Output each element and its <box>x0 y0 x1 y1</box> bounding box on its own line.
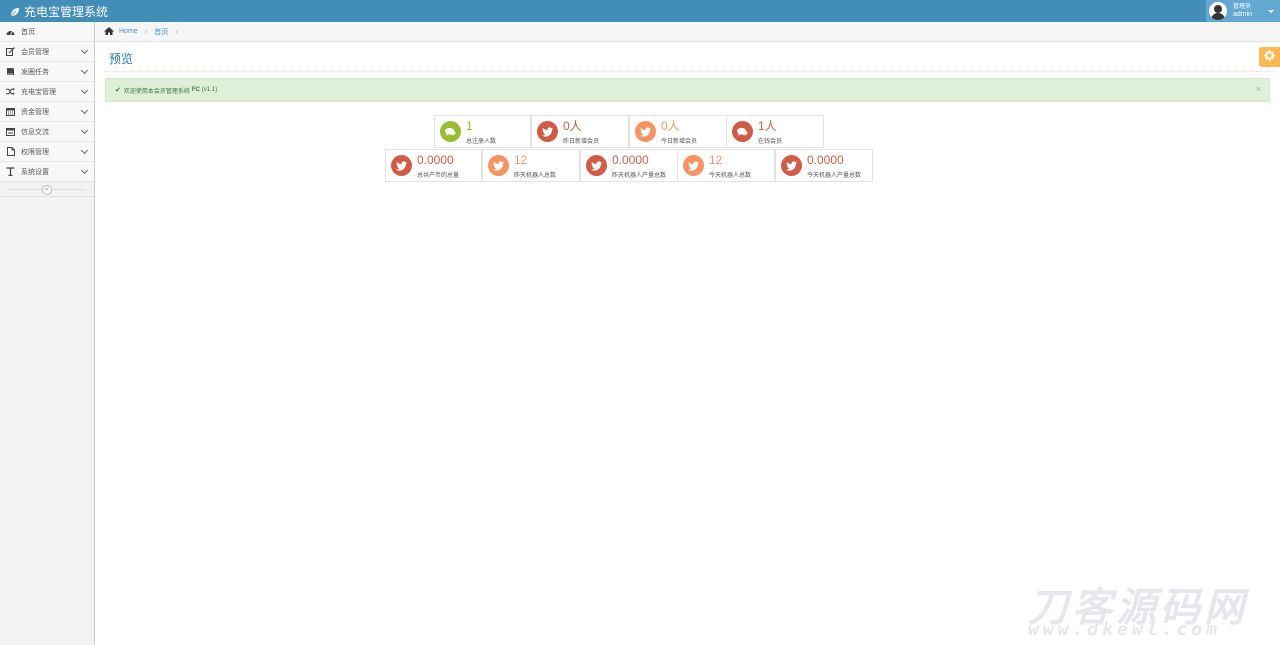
infobox: 0人昨日新增会员 <box>531 115 629 148</box>
infobox-label: 总共产币的总量 <box>417 173 460 179</box>
infobox-value: 0人 <box>661 119 680 133</box>
sidebar-item-label: 会员管理 <box>21 48 49 56</box>
dashboard-icon <box>6 27 15 36</box>
chevron-down-icon <box>80 46 89 55</box>
page-header: 预览 <box>105 44 1275 72</box>
alert-text: 欢迎使用本会员管理系统 <box>123 88 190 95</box>
sidebar-item-label: 权限管理 <box>21 148 49 156</box>
infobox-label: 今天机器人总数 <box>709 173 752 179</box>
twitter-icon <box>537 121 558 142</box>
sidebar-item-permissions[interactable]: 权限管理 <box>0 142 94 162</box>
caret-down-icon <box>1268 10 1274 13</box>
infobox-label: 昨天机器人总数 <box>514 173 557 179</box>
infobox: 0人今日新增会员 <box>629 115 727 148</box>
sidebar-item-members[interactable]: 会员管理 <box>0 42 94 62</box>
user-name: admin <box>1233 11 1253 18</box>
twitter-icon <box>635 121 656 142</box>
breadcrumb-home-link[interactable]: Home <box>119 28 138 35</box>
file-icon <box>6 147 15 156</box>
home-icon <box>104 26 114 37</box>
gear-icon <box>1264 50 1275 64</box>
twitter-icon <box>586 155 607 176</box>
infobox-value: 12 <box>709 153 723 167</box>
sidebar-item-funds[interactable]: 资金管理 <box>0 102 94 122</box>
welcome-alert: ✔ 欢迎使用本会员管理系统 FC (v1.1) × <box>105 78 1270 102</box>
user-avatar-icon <box>1209 2 1227 20</box>
twitter-icon <box>683 155 704 176</box>
twitter-icon <box>391 155 412 176</box>
infobox: 1 总注册人数 <box>434 115 531 148</box>
infobox-label: 今日新增会员 <box>661 139 698 145</box>
infobox: 0.0000 昨天机器人产量总数 <box>580 149 678 182</box>
sidebar-item-settings[interactable]: 系统设置 <box>0 162 94 182</box>
top-navbar: 充电宝管理系统 管理员 admin <box>0 0 1280 22</box>
page-title: 预览 <box>109 52 134 66</box>
chevron-down-icon <box>80 166 89 175</box>
infobox: 1人在线会员 <box>726 115 824 148</box>
text-icon <box>6 167 15 176</box>
ace-settings-button[interactable] <box>1259 47 1280 67</box>
infobox-label: 在线会员 <box>758 139 783 145</box>
alert-close-button[interactable]: × <box>1256 85 1261 94</box>
sidebar-item-label: 系统设置 <box>21 168 49 176</box>
edit-icon <box>6 47 15 56</box>
infobox-label: 总注册人数 <box>466 139 497 145</box>
check-icon: ✔ <box>115 87 121 94</box>
infobox: 0.0000 今天机器人产量总数 <box>775 149 873 182</box>
sidebar-item-label: 资金管理 <box>21 108 49 116</box>
infobox-value: 1 <box>466 119 473 133</box>
infobox: 0.0000 总共产币的总量 <box>385 149 482 182</box>
chevron-down-icon <box>80 146 89 155</box>
infobox: 12 昨天机器人总数 <box>482 149 580 182</box>
sidebar-item-home[interactable]: 首页 <box>0 22 94 42</box>
breadcrumb: Home › 首页 › <box>95 22 1280 42</box>
infobox: 12 今天机器人总数 <box>677 149 775 182</box>
user-menu[interactable]: 管理员 admin <box>1206 0 1280 22</box>
infobox-label: 昨日新增会员 <box>563 139 600 145</box>
brand[interactable]: 充电宝管理系统 <box>10 3 108 20</box>
infobox-value: 0.0000 <box>612 153 649 167</box>
sidebar-item-powerbank[interactable]: 充电宝管理 <box>0 82 94 102</box>
comments-icon <box>732 121 753 142</box>
sidebar-collapse-button[interactable]: « <box>42 185 52 195</box>
leaf-icon <box>10 7 20 17</box>
infobox-value: 0人 <box>563 119 582 133</box>
sidebar-item-messages[interactable]: 信息交流 <box>0 122 94 142</box>
card-icon <box>6 127 15 136</box>
chevron-down-icon <box>80 126 89 135</box>
sidebar-item-label: 充电宝管理 <box>21 88 56 96</box>
infobox-label: 今天机器人产量总数 <box>807 173 862 179</box>
chevron-down-icon <box>80 106 89 115</box>
watermark-url: www.dkewl.com <box>1028 619 1221 640</box>
sidebar-item-label: 发圈任务 <box>21 68 49 76</box>
comments-icon <box>440 121 461 142</box>
infobox-value: 12 <box>514 153 528 167</box>
alert-brand: FC <box>191 87 200 93</box>
watermark: 刀客源码网 www.dkewl.com <box>1020 575 1270 645</box>
sidebar-item-label: 信息交流 <box>21 128 49 136</box>
twitter-icon <box>488 155 509 176</box>
infobox-value: 0.0000 <box>417 153 454 167</box>
user-role: 管理员 <box>1233 4 1252 10</box>
calendar-icon <box>6 107 15 116</box>
sidebar-item-tasks[interactable]: 发圈任务 <box>0 62 94 82</box>
breadcrumb-separator: › <box>175 27 179 36</box>
chevron-down-icon <box>80 86 89 95</box>
random-icon <box>6 87 15 96</box>
infobox-value: 1人 <box>758 119 777 133</box>
app-title: 充电宝管理系统 <box>24 5 109 19</box>
infobox-value: 0.0000 <box>807 153 844 167</box>
sidebar: 首页 会员管理 发圈任务 充电宝管理 资金管理 信息交流 权限管理 系统设置 « <box>0 22 95 645</box>
alert-version: (v1.1) <box>201 87 218 93</box>
breadcrumb-current-link[interactable]: 首页 <box>154 27 168 37</box>
chevron-down-icon <box>80 66 89 75</box>
sidebar-collapse-bar: « <box>0 182 94 197</box>
twitter-icon <box>781 155 802 176</box>
breadcrumb-separator: › <box>144 27 148 36</box>
infobox-label: 昨天机器人产量总数 <box>612 173 667 179</box>
book-icon <box>6 67 15 76</box>
sidebar-item-label: 首页 <box>21 28 35 36</box>
